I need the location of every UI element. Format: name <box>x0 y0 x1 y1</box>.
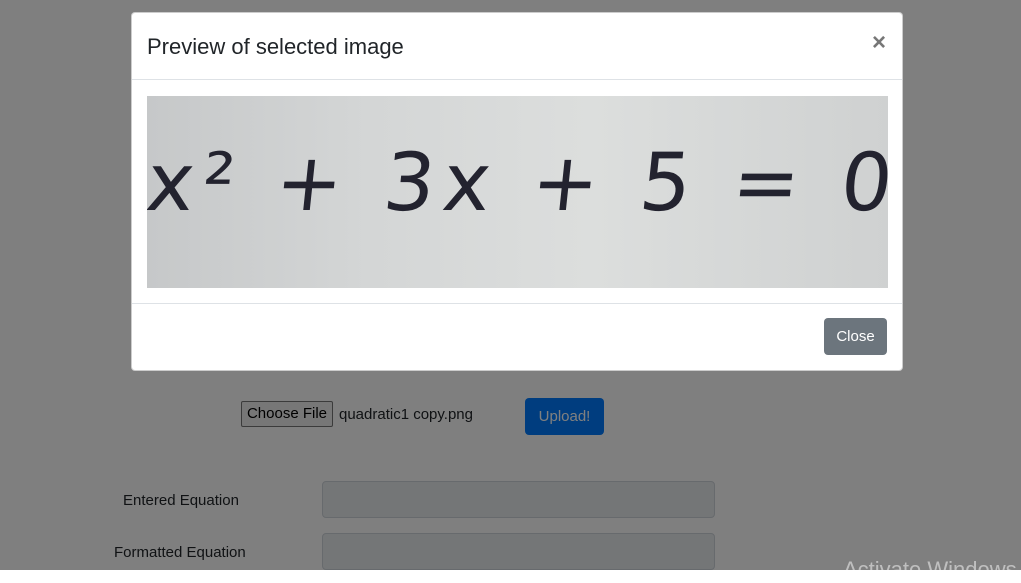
windows-watermark: Activate Windows <box>843 557 1017 582</box>
modal-title: Preview of selected image <box>147 34 404 59</box>
close-button[interactable]: Close <box>824 318 887 355</box>
close-icon[interactable]: × <box>872 29 886 57</box>
modal-body: x² + 3x + 5 = 0 <box>132 80 902 304</box>
modal-header: Preview of selected image × <box>132 13 902 80</box>
image-preview-modal: Preview of selected image × x² + 3x + 5 … <box>131 12 903 371</box>
handwritten-equation: x² + 3x + 5 = 0 <box>147 136 888 229</box>
preview-image: x² + 3x + 5 = 0 <box>147 96 888 288</box>
